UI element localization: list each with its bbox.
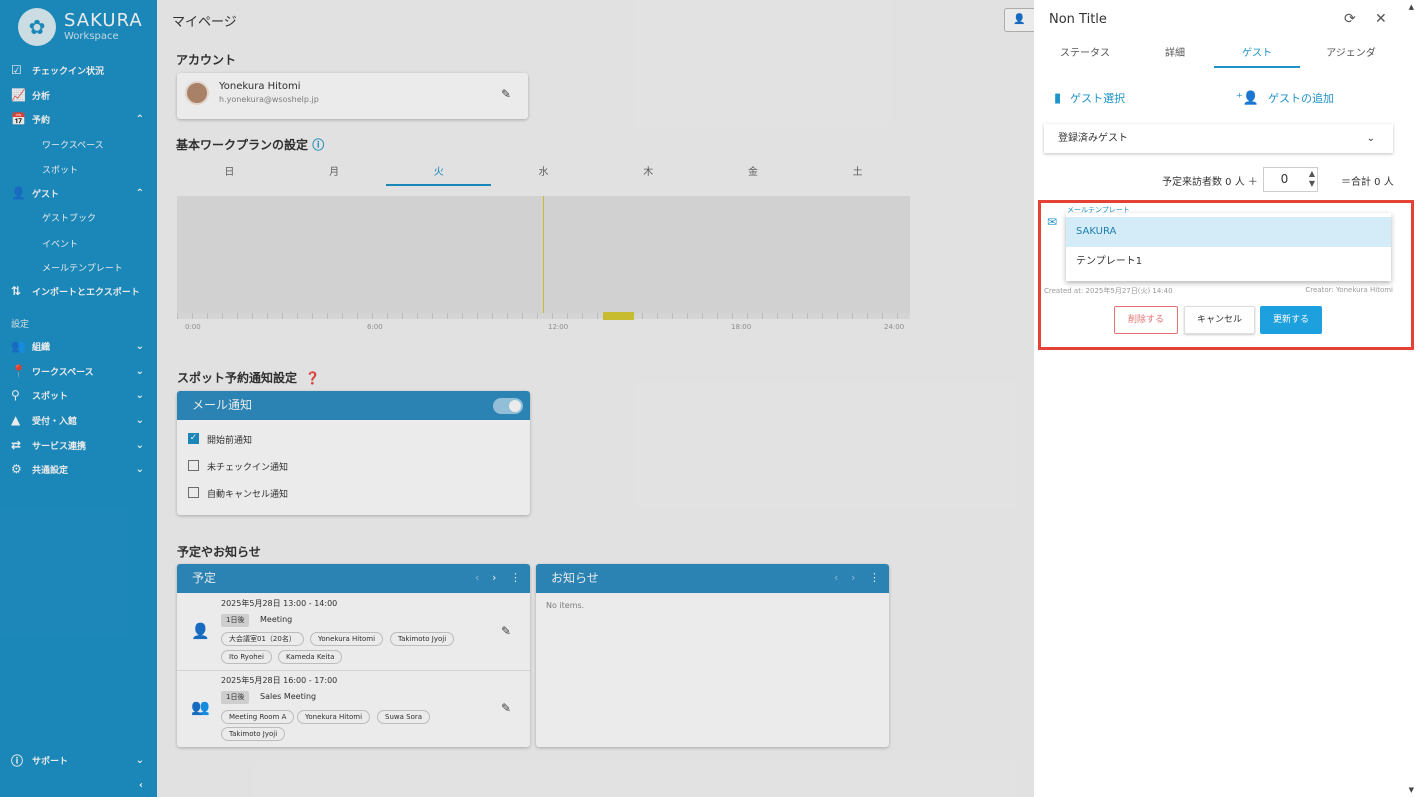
tab-status[interactable]: ステータス: [1044, 44, 1126, 68]
mail-edit-icon: ✉: [1047, 215, 1058, 229]
chevron-down-icon: ⌄: [1366, 133, 1375, 144]
modal-overlay[interactable]: [0, 0, 1034, 797]
refresh-icon[interactable]: ⟳: [1344, 11, 1356, 27]
add-guest-button[interactable]: ⁺👤 ゲストの追加: [1236, 90, 1334, 106]
visitors-total: ＝合計 0 人: [1341, 177, 1394, 188]
select-guest-button[interactable]: ▮ ゲスト選択: [1054, 90, 1125, 106]
drawer-title: Non Title: [1049, 12, 1107, 27]
template-option-1[interactable]: テンプレート1: [1066, 247, 1391, 277]
template-option-sakura[interactable]: SAKURA: [1066, 217, 1391, 247]
tab-details[interactable]: 詳細: [1134, 44, 1216, 68]
visitors-prefix: 予定来訪者数 0 人 ＋: [1162, 177, 1258, 188]
mail-template-dropdown[interactable]: SAKURA テンプレート1: [1066, 213, 1391, 281]
scroll-up-icon[interactable]: ▲: [1409, 3, 1414, 11]
visitor-count-stepper[interactable]: 0 ▲ ▼: [1263, 167, 1318, 192]
stepper-arrows-icon[interactable]: ▲ ▼: [1309, 169, 1315, 189]
delete-button[interactable]: 削除する: [1114, 306, 1178, 334]
tab-agenda[interactable]: アジェンダ: [1306, 44, 1396, 68]
tab-guest[interactable]: ゲスト: [1214, 44, 1300, 68]
person-add-icon: ⁺👤: [1236, 91, 1260, 106]
cancel-button[interactable]: キャンセル: [1184, 306, 1255, 334]
scroll-down-icon[interactable]: ▼: [1409, 786, 1414, 794]
registered-guests-expander[interactable]: 登録済みゲスト ⌄: [1044, 124, 1393, 153]
update-button[interactable]: 更新する: [1260, 306, 1322, 334]
event-drawer: Non Title ⟳ ✕ ステータス 詳細 ゲスト アジェンダ ▮ ゲスト選択 …: [1034, 0, 1418, 797]
bookmark-icon: ▮: [1054, 91, 1062, 106]
creator: Creator: Yonekura Hitomi: [1305, 286, 1393, 294]
created-at: Created at: 2025年5月27日(火) 14:40: [1044, 287, 1173, 295]
close-icon[interactable]: ✕: [1375, 11, 1387, 27]
